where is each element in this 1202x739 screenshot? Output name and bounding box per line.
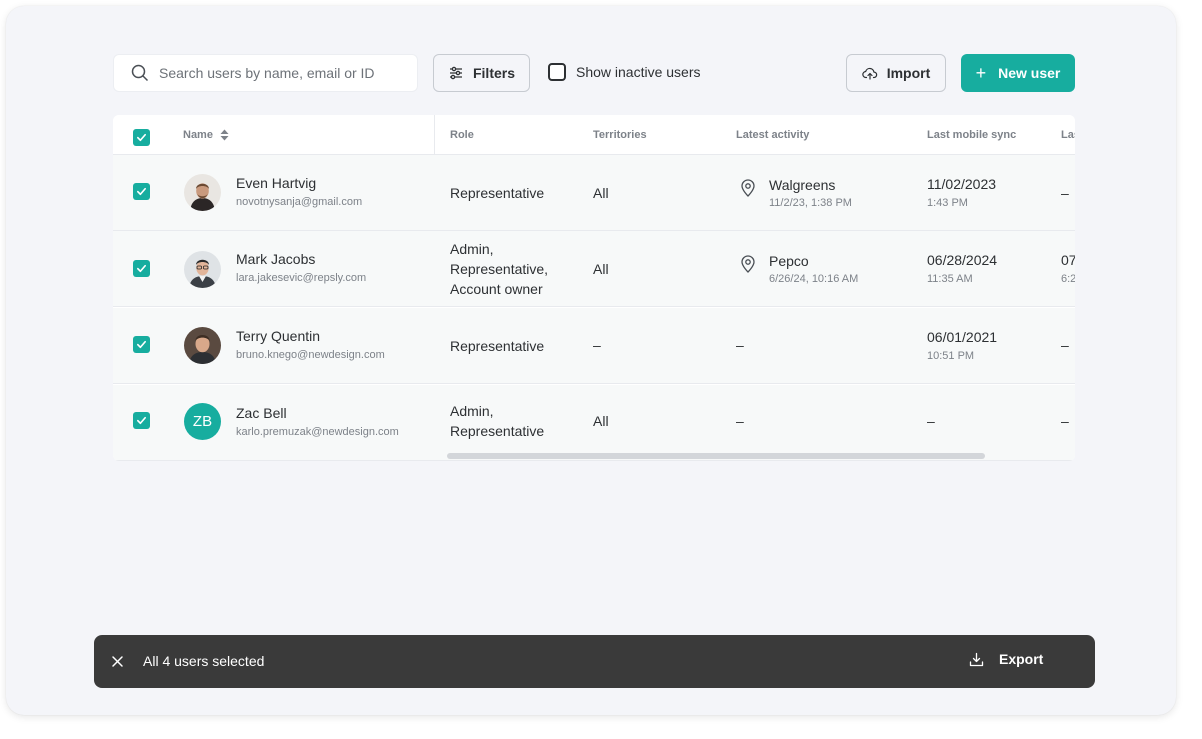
user-name[interactable]: Terry Quentin [236,328,320,344]
row-checkbox[interactable] [133,260,150,277]
user-role: Admin, [450,403,494,419]
table-header: Name Role Territories Latest activity La… [113,115,1075,155]
avatar: ZB [184,403,221,440]
last-column-value: – [1061,413,1069,429]
import-button[interactable]: Import [846,54,946,92]
location-pin-icon [741,179,755,197]
user-role: Representative, [450,261,549,277]
sliders-icon [449,66,462,80]
user-territories: All [593,185,609,201]
user-territories: All [593,413,609,429]
user-email: novotnysanja@gmail.com [236,196,363,208]
export-label: Export [999,651,1044,667]
row-checkbox[interactable] [133,336,150,353]
users-table: Name Role Territories Latest activity La… [113,115,1075,461]
show-inactive-checkbox[interactable] [548,63,566,81]
check-icon [137,264,146,273]
sync-time: 11:35 AM [927,273,973,285]
column-header-name[interactable]: Name [183,115,229,155]
sync-time: 10:51 PM [927,350,975,362]
user-role: Representative [450,423,545,439]
column-header-territories[interactable]: Territories [593,115,647,155]
user-name[interactable]: Zac Bell [236,405,287,421]
column-divider[interactable] [434,115,435,155]
search-icon [131,64,149,82]
search-box[interactable] [113,54,418,92]
row-checkbox[interactable] [133,183,150,200]
avatar [184,174,221,211]
select-all-checkbox[interactable] [133,129,150,146]
user-role: Account owner [450,281,543,297]
sync-date: 06/01/2021 [927,329,998,345]
check-icon [137,187,146,196]
check-icon [137,133,146,142]
column-header-last-mobile-sync[interactable]: Last mobile sync [927,115,1016,155]
sync-date: 06/28/2024 [927,252,998,268]
search-input[interactable] [159,65,399,81]
column-name-label: Name [183,129,213,141]
user-role: Representative [450,338,545,354]
selection-bar: All 4 users selected Export [94,635,1095,688]
last-column-sub: 6:2 [1061,273,1075,285]
check-icon [137,416,146,425]
sync-date: 11/02/2023 [927,176,997,192]
user-email: karlo.premuzak@newdesign.com [236,426,399,438]
filters-label: Filters [472,65,515,81]
column-header-last-truncated[interactable]: Las [1061,115,1075,155]
table-row[interactable]: Even Hartvig novotnysanja@gmail.com Repr… [113,155,1075,231]
user-name[interactable]: Mark Jacobs [236,251,315,267]
last-column-value: – [1061,185,1069,201]
users-page: Filters Show inactive users Import + New… [6,6,1176,715]
last-column-value: 07 [1061,252,1075,268]
activity-place[interactable]: Pepco [769,253,809,269]
import-label: Import [886,65,931,81]
activity-place[interactable]: Walgreens [769,177,835,193]
user-territories: – [593,337,601,353]
close-icon[interactable] [111,655,124,668]
show-inactive-label: Show inactive users [576,64,701,80]
avatar [184,251,221,288]
column-header-role[interactable]: Role [450,115,474,155]
new-user-label: New user [998,65,1061,81]
activity-place: – [736,337,744,353]
horizontal-scrollbar[interactable] [447,453,985,459]
check-icon [137,340,146,349]
activity-time: 11/2/23, 1:38 PM [769,197,852,209]
user-role: Admin, [450,241,494,257]
location-pin-icon [741,255,755,273]
show-inactive-toggle[interactable]: Show inactive users [548,63,701,81]
user-role: Representative [450,185,545,201]
table-row[interactable]: ZB Zac Bell karlo.premuzak@newdesign.com… [113,385,1075,461]
user-email: lara.jakesevic@repsly.com [236,272,367,284]
user-name[interactable]: Even Hartvig [236,175,316,191]
activity-time: 6/26/24, 10:16 AM [769,273,859,285]
user-territories: All [593,261,609,277]
activity-place: – [736,413,744,429]
row-checkbox[interactable] [133,412,150,429]
new-user-button[interactable]: + New user [961,54,1075,92]
table-row[interactable]: Terry Quentin bruno.knego@newdesign.com … [113,308,1075,384]
last-column-value: – [1061,337,1069,353]
plus-icon: + [975,63,987,83]
table-row[interactable]: Mark Jacobs lara.jakesevic@repsly.com Ad… [113,231,1075,307]
export-button[interactable]: Export [969,651,1043,667]
sort-icon[interactable] [220,129,229,141]
selection-text: All 4 users selected [143,653,265,669]
download-icon [969,652,984,666]
sync-time: 1:43 PM [927,197,968,209]
filters-button[interactable]: Filters [433,54,530,92]
user-email: bruno.knego@newdesign.com [236,349,385,361]
column-header-latest-activity[interactable]: Latest activity [736,115,809,155]
sync-date: – [927,413,935,429]
avatar [184,327,221,364]
cloud-upload-icon [862,67,877,80]
